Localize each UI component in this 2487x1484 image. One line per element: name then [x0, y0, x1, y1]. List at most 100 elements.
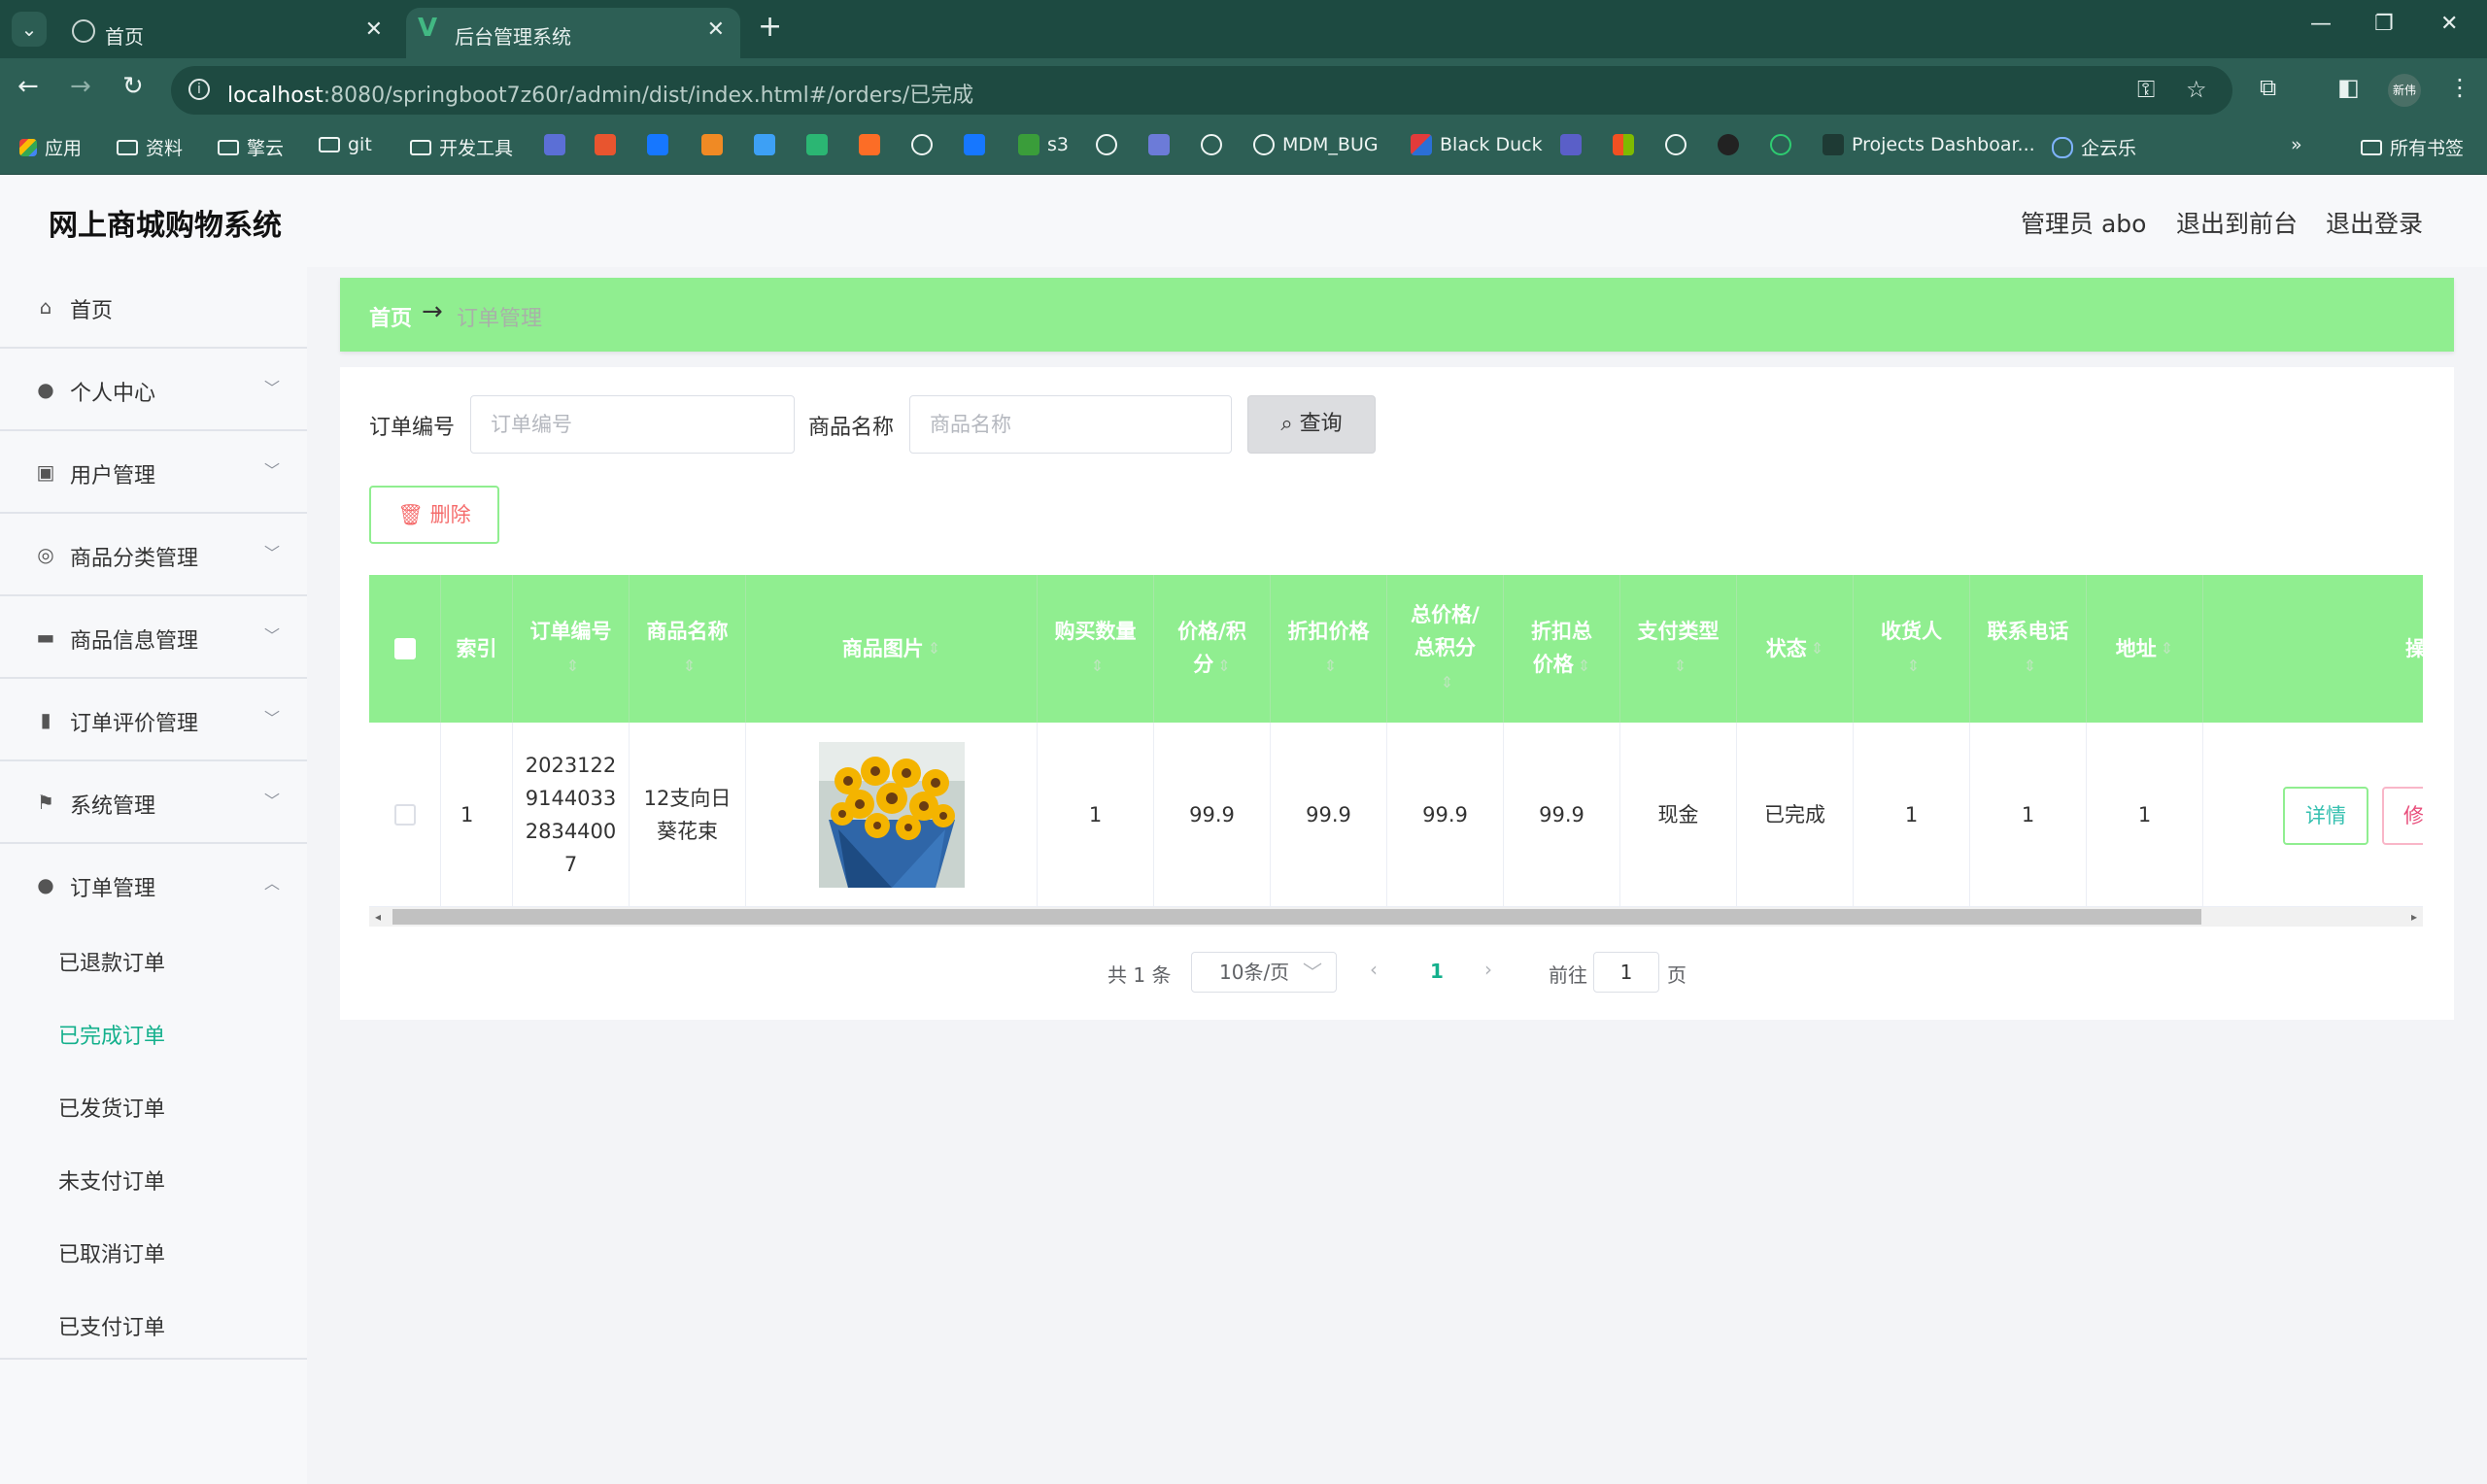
close-icon[interactable]: ✕: [365, 17, 383, 42]
sidebar-sub-paid[interactable]: 已支付订单: [58, 1310, 165, 1341]
tab-search-button[interactable]: ⌄: [12, 12, 47, 47]
teams-icon: [1560, 134, 1582, 155]
bookmark-apps[interactable]: 应用: [19, 134, 82, 160]
sidebar-item-products[interactable]: ▬ 商品信息管理 ﹀: [0, 597, 307, 679]
bookmark-icon-only[interactable]: [754, 134, 775, 155]
bookmark-icon-only[interactable]: [647, 134, 668, 155]
bookmark-icon-only[interactable]: [1201, 134, 1222, 155]
detail-button[interactable]: 详情: [2283, 787, 2368, 845]
row-checkbox[interactable]: [393, 804, 416, 826]
browser-tab-home[interactable]: 首页 ✕: [56, 8, 398, 58]
query-button[interactable]: ⌕ 查询: [1247, 395, 1376, 454]
next-page-icon[interactable]: ›: [1484, 958, 1492, 1000]
sidebar-item-system[interactable]: ⚑ 系统管理 ﹀: [0, 762, 307, 844]
scroll-right-icon[interactable]: ▸: [2411, 907, 2417, 927]
sidebar-sub-cancelled[interactable]: 已取消订单: [58, 1237, 165, 1268]
exit-to-frontend-link[interactable]: 退出到前台: [2176, 205, 2298, 240]
address-bar[interactable]: i localhost:8080/springboot7z60r/admin/d…: [171, 66, 2232, 115]
th-address[interactable]: 地址 ⇕: [2087, 575, 2203, 723]
bookmark-icon-only[interactable]: [1665, 134, 1686, 155]
url-text[interactable]: localhost:8080/springboot7z60r/admin/dis…: [227, 78, 973, 109]
bookmark-icon-only[interactable]: [1148, 134, 1170, 155]
th-receiver[interactable]: 收货人 ⇕: [1854, 575, 1970, 723]
bookmark-icon-only[interactable]: [859, 134, 880, 155]
bookmarks-overflow-icon[interactable]: »: [2291, 134, 2302, 155]
bookmark-icon-only[interactable]: [1718, 134, 1739, 155]
bookmark-folder[interactable]: 开发工具: [410, 134, 513, 160]
site-info-icon[interactable]: i: [188, 79, 210, 100]
bookmark-icon-only[interactable]: [1613, 134, 1634, 155]
star-icon[interactable]: ☆: [2186, 76, 2207, 103]
bookmark-black-duck[interactable]: Black Duck: [1411, 134, 1543, 155]
delete-button[interactable]: 🗑 删除: [369, 486, 499, 544]
edit-button[interactable]: 修: [2382, 787, 2423, 845]
sidebar-item-reviews[interactable]: ▮ 订单评价管理 ﹀: [0, 680, 307, 761]
bookmark-icon-only[interactable]: [544, 134, 565, 155]
restore-icon[interactable]: ❐: [2374, 12, 2394, 36]
prev-page-icon[interactable]: ‹: [1370, 958, 1378, 1000]
sidebar-sub-unpaid[interactable]: 未支付订单: [58, 1164, 165, 1196]
key-icon[interactable]: ⚿: [2137, 76, 2155, 103]
bookmark-icon-only[interactable]: [595, 134, 616, 155]
reload-icon[interactable]: ↻: [122, 72, 144, 101]
th-price[interactable]: 价格/积分 ⇕: [1154, 575, 1271, 723]
th-discount-total[interactable]: 折扣总价格 ⇕: [1504, 575, 1620, 723]
bookmark-folder[interactable]: 资料: [117, 134, 183, 160]
sidebar-item-profile[interactable]: ● 个人中心 ﹀: [0, 350, 307, 431]
th-total[interactable]: 总价格/总积分 ⇕: [1387, 575, 1504, 723]
admin-user-link[interactable]: 管理员 abo: [2021, 205, 2146, 240]
back-icon[interactable]: ←: [17, 72, 39, 101]
all-bookmarks[interactable]: 所有书签: [2361, 134, 2464, 160]
bookmark-icon-only[interactable]: [964, 134, 985, 155]
bookmark-icon-only[interactable]: [1096, 134, 1117, 155]
th-status[interactable]: 状态 ⇕: [1737, 575, 1854, 723]
bookmark-icon-only[interactable]: [1770, 134, 1791, 155]
th-phone[interactable]: 联系电话 ⇕: [1970, 575, 2087, 723]
sidebar-sub-shipped[interactable]: 已发货订单: [58, 1092, 165, 1123]
select-all-checkbox[interactable]: [393, 638, 416, 659]
new-tab-button[interactable]: +: [758, 10, 782, 44]
profile-avatar[interactable]: 新伟: [2388, 74, 2421, 107]
sidebar-item-users[interactable]: ▣ 用户管理 ﹀: [0, 432, 307, 514]
sidepanel-icon[interactable]: ◧: [2337, 74, 2360, 101]
sunflower-bouquet-image[interactable]: [818, 742, 965, 888]
page-number-current[interactable]: 1: [1430, 960, 1444, 1002]
horizontal-scrollbar[interactable]: ◂ ▸: [369, 907, 2423, 927]
browser-tab-admin[interactable]: V 后台管理系统 ✕: [406, 8, 740, 58]
th-product[interactable]: 商品名称 ⇕: [630, 575, 746, 723]
minimize-icon[interactable]: —: [2310, 12, 2332, 36]
bookmark-folder[interactable]: git: [319, 134, 372, 155]
sidebar-item-category[interactable]: ◎ 商品分类管理 ﹀: [0, 515, 307, 596]
bookmark-mdm-bug[interactable]: MDM_BUG: [1253, 134, 1379, 155]
bookmark-icon-only[interactable]: [1560, 134, 1582, 155]
scrollbar-thumb[interactable]: [392, 909, 2201, 925]
th-order-no[interactable]: 订单编号 ⇕: [513, 575, 630, 723]
menu-icon[interactable]: ⋮: [2448, 74, 2471, 101]
product-name-input[interactable]: 商品名称: [909, 395, 1232, 454]
scroll-left-icon[interactable]: ◂: [375, 907, 381, 927]
sidebar-item-orders[interactable]: ● 订单管理 ︿: [0, 845, 307, 927]
bookmark-icon-only[interactable]: [701, 134, 723, 155]
order-no-input[interactable]: 订单编号: [470, 395, 795, 454]
close-icon[interactable]: ✕: [707, 17, 725, 42]
logout-link[interactable]: 退出登录: [2326, 205, 2423, 240]
sidebar-sub-completed[interactable]: 已完成订单: [58, 1019, 165, 1050]
sidebar-item-home[interactable]: ⌂ 首页: [0, 267, 307, 349]
forward-icon[interactable]: →: [70, 72, 91, 101]
breadcrumb-home[interactable]: 首页: [369, 301, 412, 332]
bookmark-qiyunle[interactable]: 企云乐: [2052, 134, 2136, 160]
th-discount-price[interactable]: 折扣价格 ⇕: [1271, 575, 1387, 723]
th-image[interactable]: 商品图片 ⇕: [746, 575, 1038, 723]
th-qty[interactable]: 购买数量 ⇕: [1038, 575, 1154, 723]
extensions-icon[interactable]: ⧉: [2260, 74, 2276, 101]
bookmark-icon-only[interactable]: [806, 134, 828, 155]
goto-page-input[interactable]: 1: [1593, 952, 1659, 993]
bookmark-s3[interactable]: s3: [1018, 134, 1069, 155]
page-size-select[interactable]: 10条/页 ﹀: [1191, 952, 1337, 993]
window-close-icon[interactable]: ✕: [2440, 12, 2458, 36]
bookmark-projects[interactable]: Projects Dashboar...: [1823, 134, 2035, 155]
th-pay-type[interactable]: 支付类型 ⇕: [1620, 575, 1737, 723]
bookmark-icon-only[interactable]: [911, 134, 933, 155]
bookmark-folder[interactable]: 擎云: [218, 134, 284, 160]
sidebar-sub-refunded[interactable]: 已退款订单: [58, 946, 165, 977]
